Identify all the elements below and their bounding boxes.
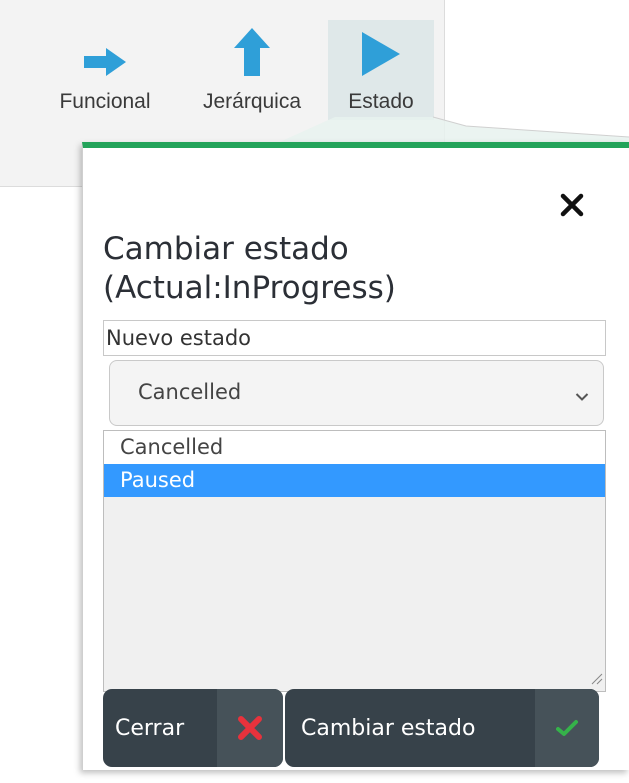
chevron-down-icon [575,387,589,406]
close-button-label: Cerrar [115,715,185,741]
status-select[interactable]: Cancelled [109,360,604,426]
list-option[interactable]: Cancelled [104,431,605,464]
change-state-popup: Cambiar estado (Actual:InProgress) Nuevo… [82,142,629,770]
status-listbox[interactable]: Cancelled Paused [103,430,606,692]
popover-pointer [240,116,629,160]
close-button[interactable]: Cerrar [103,689,283,767]
check-icon [535,689,599,767]
close-icon [217,689,283,767]
change-state-button-label: Cambiar estado [301,715,476,741]
dialog-title: Cambiar estado (Actual:InProgress) [103,231,396,306]
list-option-selected[interactable]: Paused [104,464,605,497]
change-state-button[interactable]: Cambiar estado [285,689,599,767]
close-icon[interactable] [557,190,587,220]
field-label: Nuevo estado [103,320,606,356]
resize-grip-icon[interactable] [589,670,603,689]
select-value: Cancelled [138,380,242,404]
